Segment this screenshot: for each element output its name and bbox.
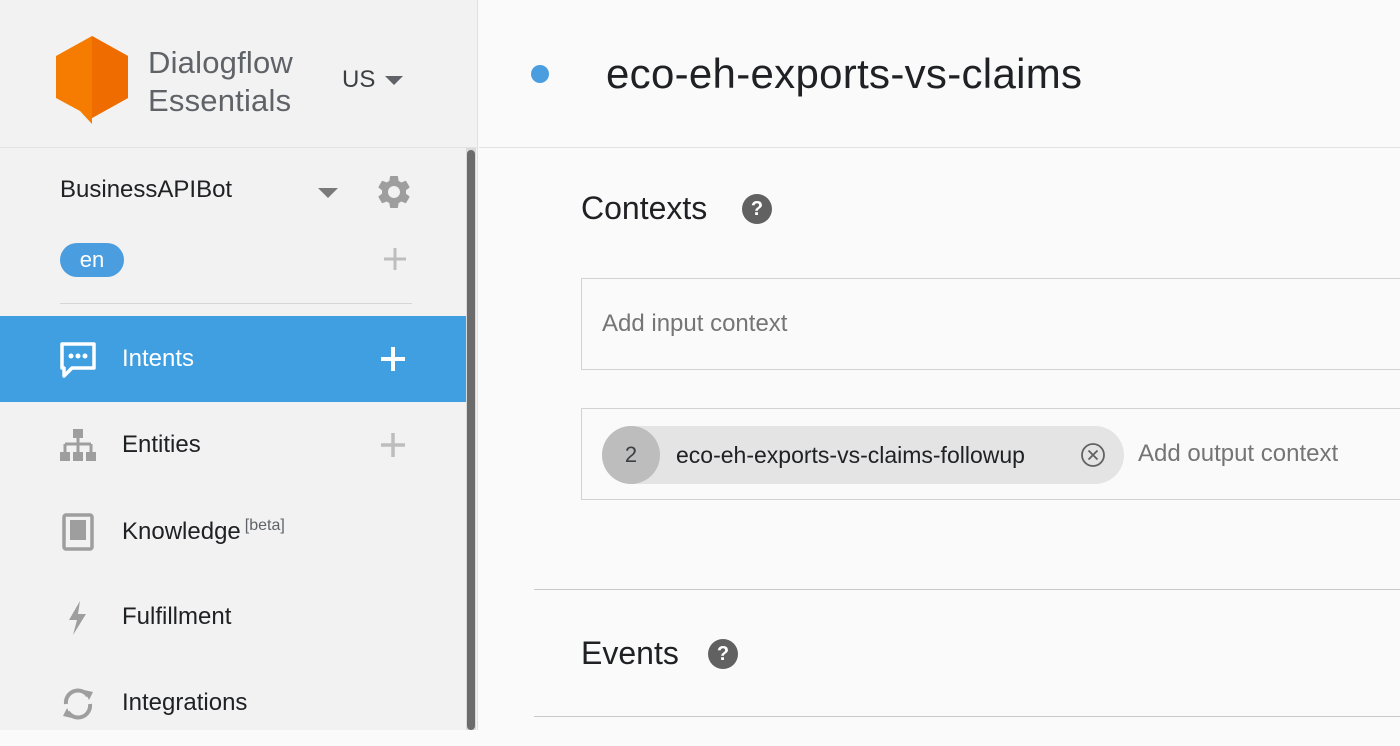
intent-title[interactable]: eco-eh-exports-vs-claims xyxy=(606,50,1082,98)
sidebar-item-fulfillment[interactable]: Fulfillment xyxy=(0,574,468,660)
input-context-field[interactable] xyxy=(581,278,1400,370)
sync-icon xyxy=(63,688,93,720)
book-icon xyxy=(62,513,94,551)
output-context-chip[interactable]: 2 eco-eh-exports-vs-claims-followup xyxy=(602,426,1124,484)
scrollbar-thumb[interactable] xyxy=(467,150,475,730)
language-pill[interactable]: en xyxy=(60,243,124,277)
language-row: en xyxy=(60,240,412,284)
region-selector[interactable]: US xyxy=(342,66,404,94)
beta-badge: [beta] xyxy=(244,516,285,534)
output-context-field[interactable]: 2 eco-eh-exports-vs-claims-followup xyxy=(581,408,1400,500)
close-icon[interactable] xyxy=(1080,442,1106,468)
hierarchy-icon xyxy=(60,429,96,461)
bolt-icon xyxy=(69,601,86,635)
sidebar: Dialogflow Essentials US BusinessAPIBot … xyxy=(0,0,478,730)
sidebar-item-integrations[interactable]: Integrations xyxy=(0,660,468,746)
output-context-input[interactable] xyxy=(1138,409,1398,499)
agent-selector: BusinessAPIBot xyxy=(60,172,420,212)
sidebar-item-intents[interactable]: Intents xyxy=(0,316,468,402)
contexts-title: Contexts xyxy=(581,190,708,226)
section-divider xyxy=(534,716,1400,717)
agent-dropdown-icon[interactable] xyxy=(318,188,338,198)
sidebar-item-label: Entities xyxy=(122,431,201,458)
section-divider xyxy=(534,589,1400,590)
contexts-help-icon[interactable]: ? xyxy=(742,194,772,224)
add-language-icon[interactable] xyxy=(380,244,410,274)
sidebar-item-label: Knowledge [beta] xyxy=(122,517,285,546)
add-entity-icon[interactable] xyxy=(378,430,408,460)
brand-name: Dialogflow Essentials xyxy=(148,44,293,120)
events-help-icon[interactable]: ? xyxy=(708,639,738,669)
brand-line-2: Essentials xyxy=(148,83,292,118)
sidebar-item-label: Fulfillment xyxy=(122,603,232,630)
sidebar-item-entities[interactable]: Entities xyxy=(0,402,468,488)
dialogflow-logo xyxy=(56,36,128,124)
sidebar-divider xyxy=(60,303,412,304)
context-lifespan[interactable]: 2 xyxy=(602,426,660,484)
sidebar-item-label: Intents xyxy=(122,345,195,372)
brand-line-1: Dialogflow xyxy=(148,45,294,80)
agent-name[interactable]: BusinessAPIBot xyxy=(60,176,232,204)
chevron-down-icon xyxy=(385,75,404,85)
status-dot xyxy=(531,65,549,83)
chat-bubble-icon xyxy=(60,342,96,378)
context-name: eco-eh-exports-vs-claims-followup xyxy=(676,442,1025,468)
region-label: US xyxy=(342,66,376,93)
sidebar-item-label: Integrations xyxy=(122,689,248,716)
input-context-input[interactable] xyxy=(602,279,1002,369)
sidebar-item-knowledge[interactable]: Knowledge [beta] xyxy=(0,488,468,574)
add-intent-icon[interactable] xyxy=(378,344,408,374)
brand-header: Dialogflow Essentials US xyxy=(0,0,478,148)
events-title: Events xyxy=(581,635,679,671)
knowledge-label: Knowledge xyxy=(122,517,241,545)
sidebar-nav: Intents Entities Knowledge [beta] Fulfil… xyxy=(0,316,468,746)
gear-icon[interactable] xyxy=(374,172,414,212)
